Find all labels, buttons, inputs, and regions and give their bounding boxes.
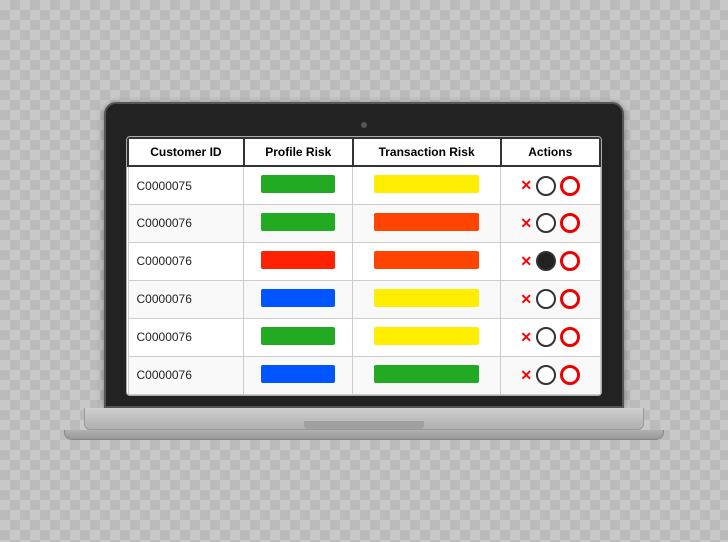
laptop-foot <box>64 430 664 440</box>
col-header-transaction-risk: Transaction Risk <box>353 138 501 166</box>
profile-risk-bar <box>261 365 335 383</box>
actions-cell: ✕ <box>501 166 600 204</box>
profile-risk-cell <box>244 242 353 280</box>
transaction-risk-cell <box>353 280 501 318</box>
actions-cell: ✕ <box>501 280 600 318</box>
transaction-risk-bar <box>374 327 479 345</box>
transaction-risk-cell <box>353 166 501 204</box>
circle-toggle-icon[interactable] <box>536 365 556 385</box>
circle-alert-icon[interactable] <box>560 251 580 271</box>
table-row: C0000076 ✕ <box>128 318 600 356</box>
circle-toggle-icon[interactable] <box>536 327 556 347</box>
profile-risk-bar <box>261 175 335 193</box>
table-row: C0000075 ✕ <box>128 166 600 204</box>
table-row: C0000076 ✕ <box>128 356 600 394</box>
circle-alert-icon[interactable] <box>560 327 580 347</box>
actions-cell: ✕ <box>501 356 600 394</box>
circle-toggle-icon[interactable] <box>536 251 556 271</box>
profile-risk-bar <box>261 251 335 269</box>
transaction-risk-cell <box>353 242 501 280</box>
circle-alert-icon[interactable] <box>560 213 580 233</box>
screen-inner: Customer ID Profile Risk Transaction Ris… <box>126 136 602 396</box>
profile-risk-cell <box>244 318 353 356</box>
col-header-profile-risk: Profile Risk <box>244 138 353 166</box>
actions-cell: ✕ <box>501 204 600 242</box>
customer-id-cell: C0000076 <box>128 356 244 394</box>
transaction-risk-cell <box>353 318 501 356</box>
profile-risk-bar <box>261 327 335 345</box>
profile-risk-cell <box>244 204 353 242</box>
table-row: C0000076 ✕ <box>128 242 600 280</box>
table-row: C0000076 ✕ <box>128 280 600 318</box>
circle-alert-icon[interactable] <box>560 289 580 309</box>
circle-alert-icon[interactable] <box>560 365 580 385</box>
profile-risk-bar <box>261 289 335 307</box>
camera-dot <box>361 122 367 128</box>
transaction-risk-bar <box>374 365 479 383</box>
circle-toggle-icon[interactable] <box>536 289 556 309</box>
laptop-base <box>84 408 644 430</box>
customer-id-cell: C0000076 <box>128 242 244 280</box>
profile-risk-cell <box>244 356 353 394</box>
transaction-risk-bar <box>374 175 479 193</box>
customer-id-cell: C0000076 <box>128 204 244 242</box>
customer-id-cell: C0000076 <box>128 280 244 318</box>
profile-risk-cell <box>244 280 353 318</box>
transaction-risk-cell <box>353 204 501 242</box>
col-header-customer-id: Customer ID <box>128 138 244 166</box>
actions-cell: ✕ <box>501 318 600 356</box>
laptop-wrapper: Customer ID Profile Risk Transaction Ris… <box>64 102 664 440</box>
customer-id-cell: C0000075 <box>128 166 244 204</box>
delete-icon[interactable]: ✕ <box>520 367 532 384</box>
circle-toggle-icon[interactable] <box>536 213 556 233</box>
col-header-actions: Actions <box>501 138 600 166</box>
transaction-risk-bar <box>374 213 479 231</box>
delete-icon[interactable]: ✕ <box>520 215 532 232</box>
delete-icon[interactable]: ✕ <box>520 291 532 308</box>
laptop-screen: Customer ID Profile Risk Transaction Ris… <box>104 102 624 408</box>
profile-risk-cell <box>244 166 353 204</box>
circle-alert-icon[interactable] <box>560 176 580 196</box>
profile-risk-bar <box>261 213 335 231</box>
customer-id-cell: C0000076 <box>128 318 244 356</box>
transaction-risk-bar <box>374 289 479 307</box>
circle-toggle-icon[interactable] <box>536 176 556 196</box>
delete-icon[interactable]: ✕ <box>520 253 532 270</box>
table-row: C0000076 ✕ <box>128 204 600 242</box>
actions-cell: ✕ <box>501 242 600 280</box>
delete-icon[interactable]: ✕ <box>520 329 532 346</box>
transaction-risk-cell <box>353 356 501 394</box>
delete-icon[interactable]: ✕ <box>520 177 532 194</box>
transaction-risk-bar <box>374 251 479 269</box>
risk-table: Customer ID Profile Risk Transaction Ris… <box>127 137 601 395</box>
